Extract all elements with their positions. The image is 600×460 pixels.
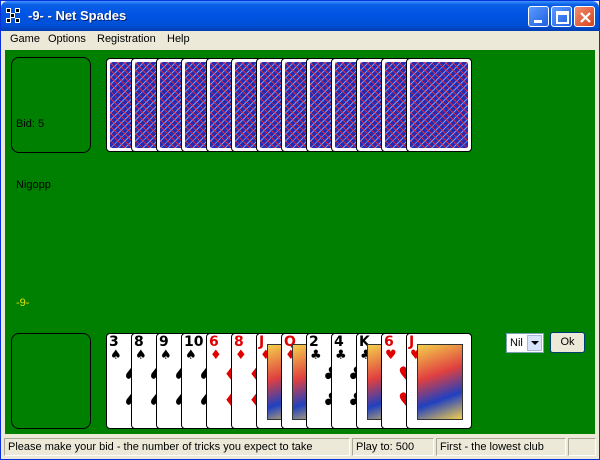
card-suit-icon: ♠ (110, 348, 122, 363)
card-suit-icon: ♠ (160, 348, 172, 363)
status-bar: Please make your bid - the number of tri… (1, 435, 599, 459)
card-rank: 6 (384, 334, 394, 350)
player-name: -9- (16, 297, 30, 309)
card-rank: 9 (159, 334, 169, 350)
card-suit-icon: ♠ (185, 348, 197, 363)
title-bar[interactable]: -9- - Net Spades (1, 1, 599, 31)
face-card-art (417, 344, 463, 420)
card-rank: 10 (184, 334, 204, 350)
window-title: -9- - Net Spades (28, 8, 127, 23)
close-button[interactable] (574, 6, 595, 27)
app-icon (6, 8, 22, 24)
card-suit-icon: ♣ (310, 348, 322, 363)
card-rank: 2 (309, 334, 319, 350)
status-first: First - the lowest club (436, 438, 566, 456)
card-suit-icon: ♥ (385, 348, 397, 363)
card-rank: 3 (109, 334, 119, 350)
minimize-icon (534, 20, 542, 23)
menu-options[interactable]: Options (48, 33, 86, 45)
game-table: Bid: 5 Nigopp -9- 3♠♠♠8♠♠♠9♠♠♠10♠♠♠6♦♦♦8… (5, 50, 595, 434)
ok-button[interactable]: Ok (550, 332, 585, 353)
minimize-button[interactable] (528, 6, 549, 27)
bid-select-value: Nil (510, 337, 523, 349)
opponent-name: Nigopp (16, 179, 51, 191)
north-play-slot (11, 57, 91, 153)
card-suit-icon: ♦ (235, 348, 247, 363)
status-message: Please make your bid - the number of tri… (4, 438, 350, 456)
card-suit-icon: ♦ (210, 348, 222, 363)
card-rank: 8 (134, 334, 144, 350)
north-bid-label: Bid: 5 (16, 118, 45, 130)
menu-bar: Game Options Registration Help (1, 31, 599, 49)
close-icon (580, 12, 591, 23)
menu-registration[interactable]: Registration (97, 33, 156, 45)
card-suit-icon: ♣ (335, 348, 347, 363)
maximize-button[interactable] (551, 6, 572, 27)
menu-help[interactable]: Help (167, 33, 190, 45)
status-extra (568, 438, 596, 456)
south-play-slot (11, 333, 91, 429)
card-rank: J (409, 334, 415, 350)
app-window: -9- - Net Spades Game Options Registrati… (0, 0, 600, 460)
card-back (406, 58, 472, 152)
playing-card[interactable]: J ♥ (406, 333, 472, 429)
card-rank: J (259, 334, 265, 350)
status-play-to: Play to: 500 (352, 438, 434, 456)
card-rank: 6 (209, 334, 219, 350)
chevron-down-icon[interactable] (527, 335, 542, 351)
card-suit-icon: ♠ (135, 348, 147, 363)
card-rank: 8 (234, 334, 244, 350)
card-rank: 4 (334, 334, 344, 350)
bid-select[interactable]: Nil (506, 333, 544, 353)
menu-game[interactable]: Game (10, 33, 40, 45)
maximize-icon (556, 11, 569, 24)
